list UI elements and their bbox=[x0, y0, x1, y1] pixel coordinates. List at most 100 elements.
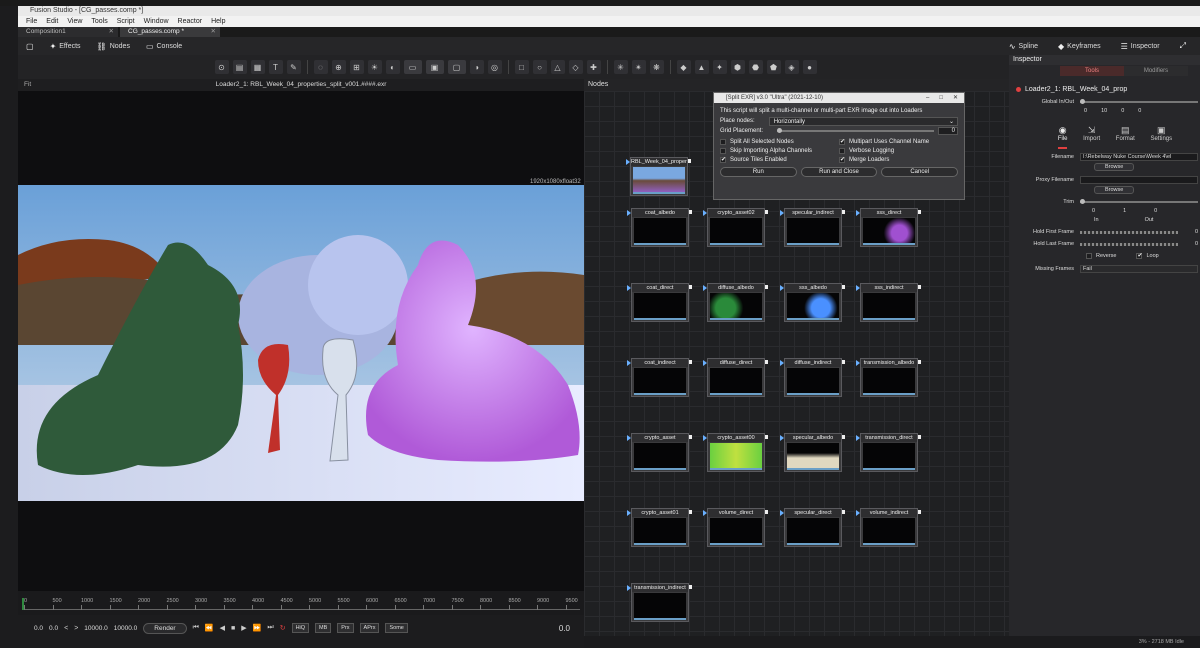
node-crypto-asset00[interactable]: crypto_asset00 bbox=[703, 433, 768, 472]
mb-button[interactable]: MB bbox=[315, 623, 332, 633]
minimize-icon[interactable]: – bbox=[926, 93, 929, 103]
tool-crop-icon[interactable]: ▢ bbox=[447, 60, 466, 74]
goto-end-icon[interactable]: ⏭ bbox=[267, 624, 273, 632]
input-pin-icon[interactable] bbox=[780, 360, 784, 366]
some-button[interactable]: Some bbox=[385, 623, 408, 633]
tool-image3d-icon[interactable]: ⬟ bbox=[766, 60, 781, 74]
play-icon[interactable]: ▶ bbox=[241, 624, 246, 632]
global-value-4[interactable]: 0 bbox=[1138, 108, 1141, 114]
close-icon[interactable]: ✕ bbox=[211, 27, 216, 37]
input-pin-icon[interactable] bbox=[627, 585, 631, 591]
reverse-checkbox[interactable]: Reverse bbox=[1086, 253, 1116, 259]
tool-colorcorrect-icon[interactable]: ◐ bbox=[385, 60, 400, 74]
global-inout-slider[interactable] bbox=[1080, 99, 1198, 104]
input-pin-icon[interactable] bbox=[627, 435, 631, 441]
run-and-close-button[interactable]: Run and Close bbox=[800, 167, 878, 177]
menu-item-reactor[interactable]: Reactor bbox=[178, 16, 203, 27]
step-back-frames-icon[interactable]: ⏪ bbox=[205, 624, 214, 632]
goto-start-icon[interactable]: ⏮ bbox=[193, 624, 199, 632]
option-skip-importing-alpha-channels[interactable]: Skip Importing Alpha Channels bbox=[720, 148, 839, 154]
tool-blur-icon[interactable]: ▭ bbox=[403, 60, 422, 74]
nodes-button[interactable]: ⛓ Nodes bbox=[89, 42, 138, 51]
output-pin-icon[interactable] bbox=[765, 510, 768, 514]
tool-loader-icon[interactable]: ⊙ bbox=[214, 60, 229, 74]
close-icon[interactable]: ✕ bbox=[953, 93, 958, 103]
input-pin-icon[interactable] bbox=[627, 510, 631, 516]
input-pin-icon[interactable] bbox=[703, 210, 707, 216]
node-volume-indirect[interactable]: volume_indirect bbox=[856, 508, 921, 547]
trim-out-value[interactable]: 0 bbox=[1154, 208, 1157, 214]
step-back-icon[interactable]: < bbox=[64, 625, 68, 632]
tool-render3d-icon[interactable]: ⬣ bbox=[748, 60, 763, 74]
output-pin-icon[interactable] bbox=[918, 360, 921, 364]
node-diffuse-indirect[interactable]: diffuse_indirect bbox=[780, 358, 845, 397]
output-pin-icon[interactable] bbox=[765, 210, 768, 214]
step-forward-frames-icon[interactable]: ⏩ bbox=[253, 624, 262, 632]
input-pin-icon[interactable] bbox=[627, 285, 631, 291]
output-pin-icon[interactable] bbox=[842, 210, 845, 214]
node-volume-direct[interactable]: volume_direct bbox=[703, 508, 768, 547]
input-pin-icon[interactable] bbox=[627, 360, 631, 366]
output-pin-icon[interactable] bbox=[918, 285, 921, 289]
tab-cg-passes[interactable]: CG_passes.comp * ✕ bbox=[120, 27, 220, 37]
tool-background-icon[interactable]: ▦ bbox=[250, 60, 265, 74]
tool-brightness-icon[interactable]: ☀ bbox=[367, 60, 382, 74]
global-start[interactable]: 0.0 bbox=[34, 625, 43, 632]
node-specular-direct[interactable]: specular_direct bbox=[780, 508, 845, 547]
input-pin-icon[interactable] bbox=[703, 360, 707, 366]
console-button[interactable]: ▭ Console bbox=[138, 42, 190, 51]
browse-button[interactable]: Browse bbox=[1094, 163, 1135, 171]
output-pin-icon[interactable] bbox=[765, 360, 768, 364]
subtab-import[interactable]: ⇲ Import bbox=[1083, 125, 1100, 149]
filename-field[interactable]: I:\Rebelway Nuke Course\Week 4\el bbox=[1080, 153, 1198, 161]
subtab-settings[interactable]: ▣ Settings bbox=[1150, 125, 1172, 149]
menu-item-script[interactable]: Script bbox=[117, 16, 135, 27]
input-pin-icon[interactable] bbox=[856, 210, 860, 216]
menu-item-edit[interactable]: Edit bbox=[46, 16, 58, 27]
input-pin-icon[interactable] bbox=[703, 510, 707, 516]
output-pin-icon[interactable] bbox=[689, 585, 692, 589]
node-specular-indirect[interactable]: specular_indirect bbox=[780, 208, 845, 247]
close-icon[interactable]: ✕ bbox=[109, 27, 114, 37]
effects-button[interactable]: ✦ Effects bbox=[42, 42, 89, 51]
tool-bspline-icon[interactable]: ◇ bbox=[568, 60, 583, 74]
node-specular-albedo[interactable]: specular_albedo bbox=[780, 433, 845, 472]
option-split-all-selected-nodes[interactable]: Split All Selected Nodes bbox=[720, 139, 839, 145]
tab-modifiers[interactable]: Modifiers bbox=[1124, 66, 1188, 76]
tool-transform-icon[interactable]: ⊞ bbox=[349, 60, 364, 74]
output-pin-icon[interactable] bbox=[765, 285, 768, 289]
tool-mask-icon[interactable]: ◎ bbox=[487, 60, 502, 74]
output-pin-icon[interactable] bbox=[765, 435, 768, 439]
output-pin-icon[interactable] bbox=[689, 360, 692, 364]
global-out-value[interactable]: 10 bbox=[1101, 108, 1107, 114]
tool-merge3d-icon[interactable]: ⬢ bbox=[730, 60, 745, 74]
option-multipart-uses-channel-name[interactable]: ✔ Multipart Uses Channel Name bbox=[839, 139, 958, 145]
node-coat-indirect[interactable]: coat_indirect bbox=[627, 358, 692, 397]
input-pin-icon[interactable] bbox=[856, 510, 860, 516]
menu-item-help[interactable]: Help bbox=[211, 16, 225, 27]
trim-slider[interactable] bbox=[1080, 199, 1198, 204]
output-pin-icon[interactable] bbox=[842, 510, 845, 514]
input-pin-icon[interactable] bbox=[627, 210, 631, 216]
tool-polygon-icon[interactable]: △ bbox=[550, 60, 565, 74]
tool-light-icon[interactable]: ✦ bbox=[712, 60, 727, 74]
tool-shape3d-icon[interactable]: ◆ bbox=[676, 60, 691, 74]
node-transmission-direct[interactable]: transmission_direct bbox=[856, 433, 921, 472]
input-pin-icon[interactable] bbox=[780, 210, 784, 216]
hold-last-value[interactable]: 0 bbox=[1178, 241, 1198, 247]
input-pin-icon[interactable] bbox=[626, 159, 630, 165]
render-end[interactable]: 10000.0 bbox=[84, 625, 108, 632]
output-pin-icon[interactable] bbox=[918, 210, 921, 214]
menu-item-tools[interactable]: Tools bbox=[91, 16, 107, 27]
input-pin-icon[interactable] bbox=[856, 285, 860, 291]
proxy-field[interactable] bbox=[1080, 176, 1198, 184]
output-pin-icon[interactable] bbox=[842, 285, 845, 289]
tool-paint-icon[interactable]: ✎ bbox=[286, 60, 301, 74]
maximize-button[interactable]: ⤢ bbox=[1172, 41, 1194, 51]
hiq-button[interactable]: HiQ bbox=[291, 623, 310, 633]
output-pin-icon[interactable] bbox=[689, 510, 692, 514]
tool-pemitter-icon[interactable]: ✴ bbox=[631, 60, 646, 74]
cancel-button[interactable]: Cancel bbox=[881, 167, 959, 177]
slider-knob[interactable] bbox=[777, 128, 783, 133]
node-crypto-asset[interactable]: crypto_asset bbox=[627, 433, 692, 472]
